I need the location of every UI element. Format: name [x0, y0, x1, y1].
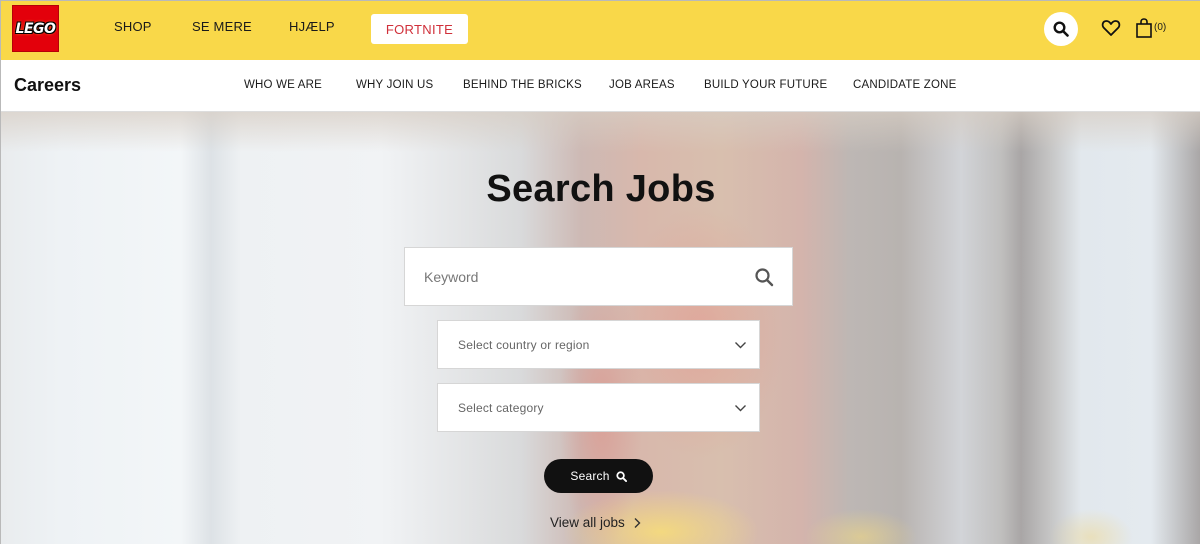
- chevron-down-icon: [735, 405, 746, 412]
- job-search-hero: Search Jobs Select country or region Sel…: [1, 112, 1200, 544]
- search-button-label: Search: [570, 469, 610, 483]
- keyword-search-box: [404, 247, 793, 306]
- nav-who-we-are[interactable]: WHO WE ARE: [244, 79, 322, 91]
- top-bar: LEGO SHOP SE MERE HJÆLP FORTNITE (0): [1, 1, 1200, 60]
- category-select-label: Select category: [458, 400, 544, 415]
- fortnite-button[interactable]: FORTNITE: [371, 14, 468, 44]
- chevron-down-icon: [735, 342, 746, 349]
- country-select-label: Select country or region: [458, 337, 590, 352]
- bag-count: (0): [1154, 22, 1167, 33]
- nav-candidate-zone[interactable]: CANDIDATE ZONE: [853, 79, 957, 91]
- keyword-input[interactable]: [405, 248, 745, 305]
- category-select[interactable]: Select category: [437, 383, 760, 432]
- shopping-bag-icon[interactable]: [1135, 18, 1153, 38]
- lego-logo[interactable]: LEGO: [12, 5, 59, 52]
- view-all-jobs-label: View all jobs: [550, 515, 625, 530]
- chevron-right-icon: [634, 517, 641, 528]
- header-search-button[interactable]: [1044, 12, 1078, 46]
- search-icon: [1053, 21, 1069, 37]
- page-title: Search Jobs: [486, 168, 716, 210]
- view-all-jobs-link[interactable]: View all jobs: [550, 515, 641, 530]
- heart-icon[interactable]: [1101, 18, 1121, 38]
- nav-job-areas[interactable]: JOB AREAS: [609, 79, 675, 91]
- nav-shop[interactable]: SHOP: [114, 19, 152, 34]
- nav-hjaelp[interactable]: HJÆLP: [289, 19, 335, 34]
- nav-se-mere[interactable]: SE MERE: [192, 19, 252, 34]
- nav-build-your-future[interactable]: BUILD YOUR FUTURE: [704, 79, 827, 91]
- careers-bar: Careers WHO WE ARE WHY JOIN US BEHIND TH…: [1, 60, 1200, 112]
- country-select[interactable]: Select country or region: [437, 320, 760, 369]
- search-icon: [616, 470, 627, 482]
- search-button[interactable]: Search: [544, 459, 653, 493]
- logo-text: LEGO: [15, 20, 56, 37]
- careers-title[interactable]: Careers: [14, 75, 81, 96]
- nav-why-join-us[interactable]: WHY JOIN US: [356, 79, 433, 91]
- search-icon[interactable]: [754, 267, 774, 287]
- nav-behind-the-bricks[interactable]: BEHIND THE BRICKS: [463, 79, 582, 91]
